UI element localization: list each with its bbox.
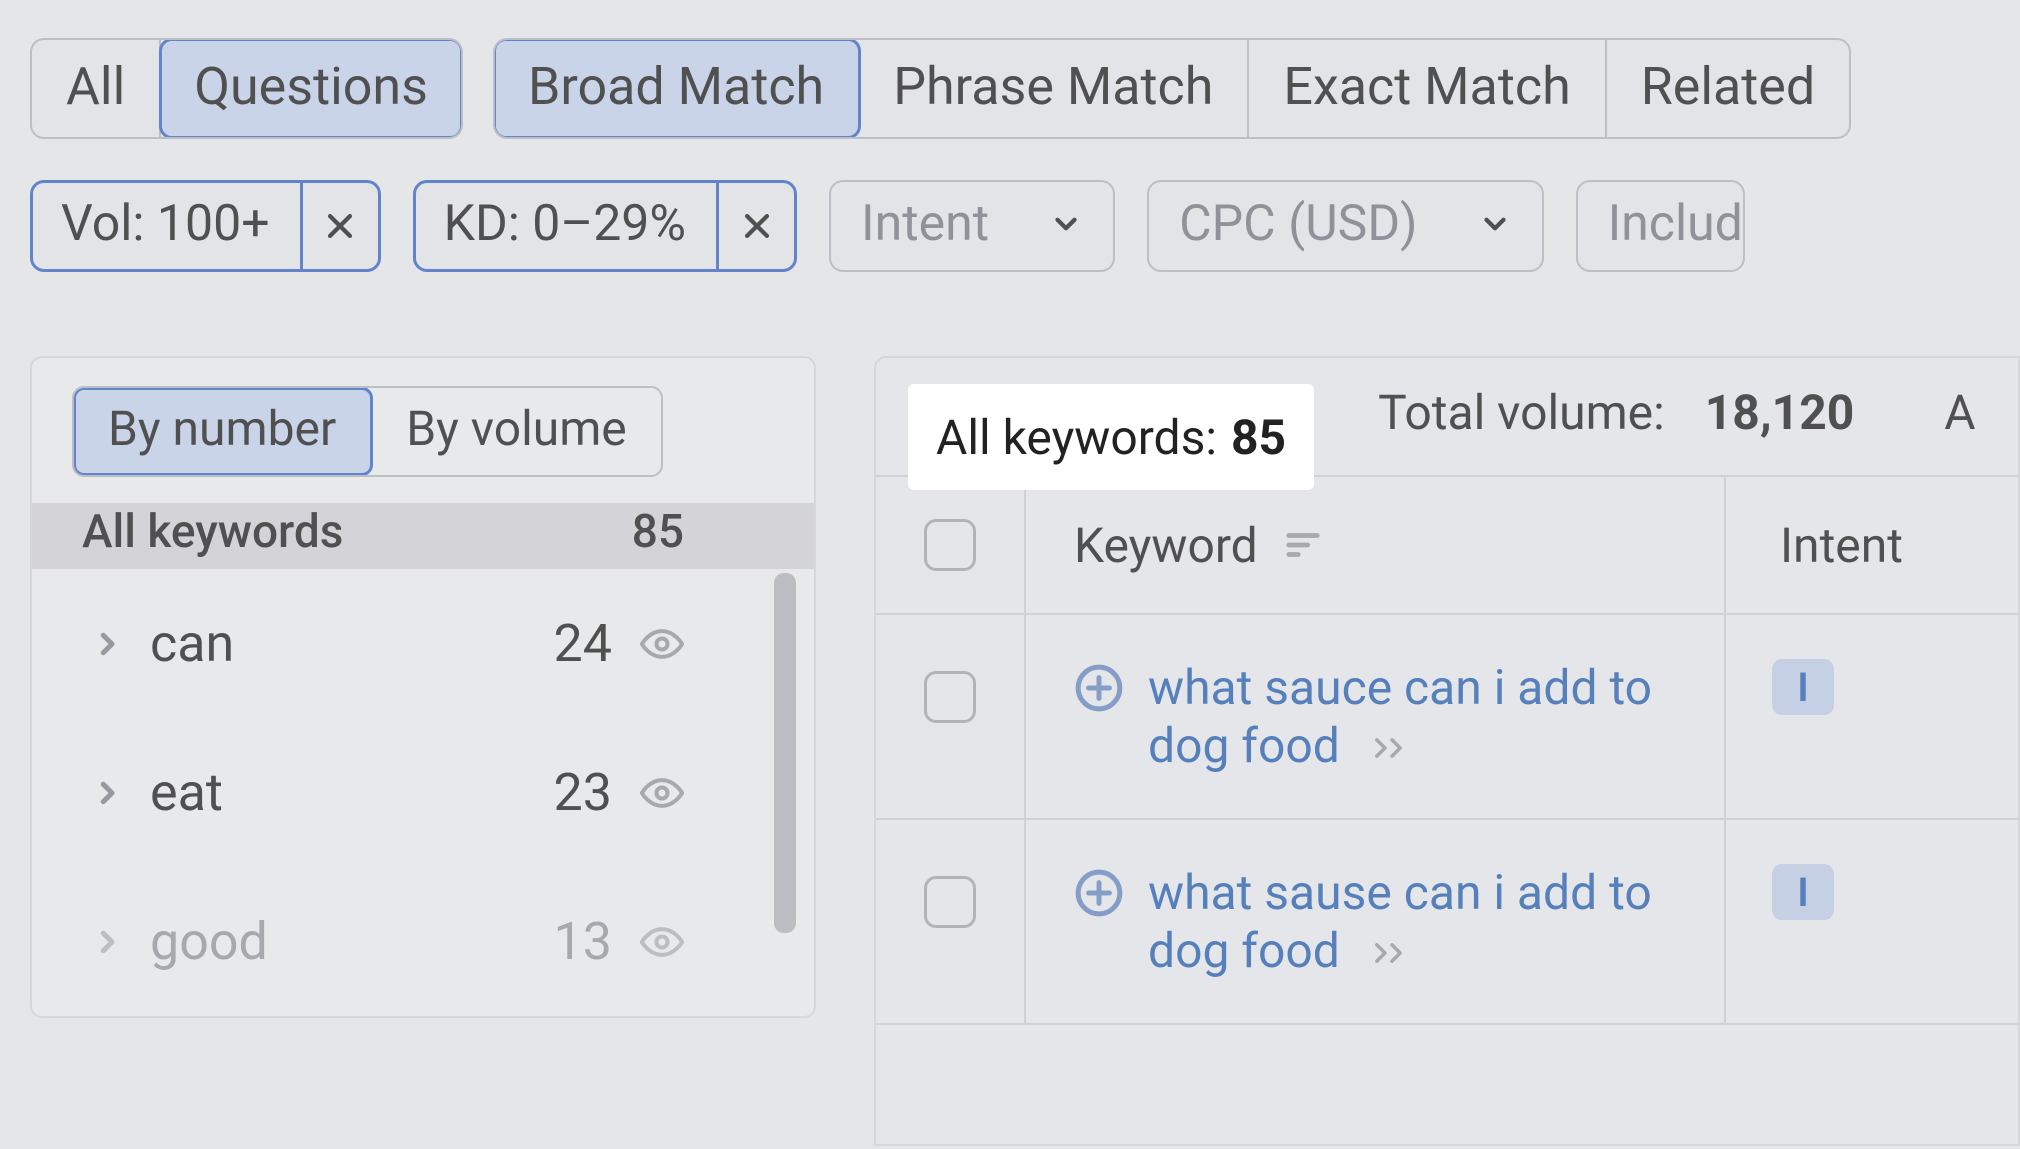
- group-name: eat: [150, 762, 223, 823]
- chevron-right-icon: [92, 629, 122, 659]
- tab-phrase-match[interactable]: Phrase Match: [859, 40, 1249, 137]
- select-all-checkbox[interactable]: [924, 519, 976, 571]
- keyword-link[interactable]: what sauce can i add to dog food: [1148, 659, 1678, 774]
- group-row-can[interactable]: can 24: [32, 569, 814, 718]
- chevron-down-icon: [1478, 207, 1512, 241]
- filter-chip-kd-label: KD: 0–29%: [416, 183, 716, 269]
- tab-questions[interactable]: Questions: [160, 39, 462, 138]
- filter-cpc-dropdown[interactable]: CPC (USD): [1147, 180, 1543, 272]
- highlight-value: 85: [1231, 409, 1286, 466]
- chevron-right-icon: [92, 778, 122, 808]
- table-header: Keyword Intent: [876, 475, 2018, 615]
- sort-by-volume-tab[interactable]: By volume: [372, 388, 660, 475]
- group-row-good[interactable]: good 13: [32, 867, 814, 1016]
- keyword-groups-panel: By number By volume All keywords 85 can …: [30, 356, 816, 1018]
- group-count: 24: [554, 613, 612, 674]
- sort-by-number-tab[interactable]: By number: [74, 388, 372, 475]
- eye-icon[interactable]: [640, 920, 684, 964]
- row-intent-cell: I: [1726, 615, 2006, 818]
- col-intent-header[interactable]: Intent: [1726, 477, 2006, 613]
- table-row: what sauce can i add to dog food I: [876, 615, 2018, 820]
- filter-include-label: Includ: [1608, 195, 1743, 253]
- chevron-right-icon: [92, 927, 122, 957]
- tab-group-2: Broad Match Phrase Match Exact Match Rel…: [493, 38, 1851, 139]
- add-to-list-button[interactable]: [1074, 663, 1124, 713]
- row-intent-cell: I: [1726, 820, 2006, 1023]
- stat-total-volume-value: 18,120: [1705, 384, 1855, 441]
- filter-cpc-label: CPC (USD): [1179, 195, 1417, 253]
- eye-icon[interactable]: [640, 771, 684, 815]
- filter-chip-volume-label: Vol: 100+: [33, 183, 300, 269]
- stat-trailing: A: [1944, 384, 1975, 441]
- close-icon: [740, 209, 774, 243]
- highlight-all-keywords: All keywords: 85: [910, 386, 1312, 488]
- drilldown-icon: [1372, 717, 1412, 774]
- col-keyword-header[interactable]: Keyword: [1026, 477, 1726, 613]
- row-keyword-cell: what sauce can i add to dog food: [1026, 615, 1726, 818]
- filter-include-dropdown[interactable]: Includ: [1576, 180, 1745, 272]
- add-to-list-button[interactable]: [1074, 868, 1124, 918]
- col-intent-label: Intent: [1780, 517, 1903, 574]
- row-keyword-cell: what sause can i add to dog food: [1026, 820, 1726, 1023]
- table-row: what sause can i add to dog food I: [876, 820, 2018, 1025]
- group-row-eat[interactable]: eat 23: [32, 718, 814, 867]
- eye-icon[interactable]: [640, 622, 684, 666]
- tab-all[interactable]: All: [32, 40, 161, 137]
- tab-exact-match[interactable]: Exact Match: [1249, 40, 1606, 137]
- intent-badge[interactable]: I: [1772, 864, 1834, 920]
- group-count: 23: [554, 762, 612, 823]
- drilldown-icon: [1372, 922, 1412, 979]
- select-all-cell: [876, 477, 1026, 613]
- group-name: good: [150, 911, 268, 972]
- group-all-count: 85: [632, 505, 684, 559]
- filter-chip-kd-remove[interactable]: [716, 183, 794, 269]
- group-name: can: [150, 613, 234, 674]
- row-checkbox[interactable]: [924, 876, 976, 928]
- row-select-cell: [876, 820, 1026, 1023]
- tab-broad-match[interactable]: Broad Match: [494, 39, 860, 138]
- filter-intent-label: Intent: [861, 195, 989, 253]
- stat-total-volume-label: Total volume:: [1378, 384, 1665, 441]
- filter-chip-volume[interactable]: Vol: 100+: [30, 180, 381, 272]
- match-type-tabs: All Questions Broad Match Phrase Match E…: [30, 38, 1851, 139]
- group-all-label: All keywords: [82, 505, 343, 559]
- filter-chip-kd[interactable]: KD: 0–29%: [413, 180, 797, 272]
- group-all-row[interactable]: All keywords 85: [32, 503, 814, 569]
- close-icon: [323, 209, 357, 243]
- intent-badge[interactable]: I: [1772, 659, 1834, 715]
- row-checkbox[interactable]: [924, 671, 976, 723]
- filter-chip-volume-remove[interactable]: [300, 183, 378, 269]
- scrollbar[interactable]: [774, 573, 796, 933]
- tab-group-1: All Questions: [30, 38, 463, 139]
- group-count: 13: [554, 911, 612, 972]
- sort-icon: [1284, 528, 1322, 562]
- chevron-down-icon: [1049, 207, 1083, 241]
- filter-intent-dropdown[interactable]: Intent: [829, 180, 1115, 272]
- highlight-label: All keywords:: [936, 409, 1217, 466]
- col-keyword-label: Keyword: [1074, 517, 1258, 574]
- tab-related[interactable]: Related: [1607, 40, 1849, 137]
- group-sort-tabs: By number By volume: [72, 386, 663, 477]
- filter-bar: Vol: 100+ KD: 0–29% Intent CPC (USD) Inc…: [30, 180, 1745, 272]
- keyword-link[interactable]: what sause can i add to dog food: [1148, 864, 1678, 979]
- row-select-cell: [876, 615, 1026, 818]
- group-list: can 24 eat 23 good 13: [32, 569, 814, 1016]
